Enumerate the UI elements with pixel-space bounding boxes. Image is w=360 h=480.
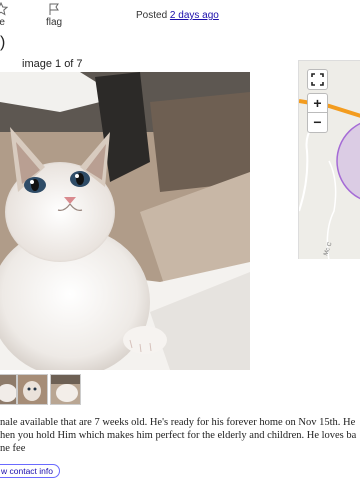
thumbnail[interactable] <box>17 374 48 405</box>
price-fragment: ) <box>0 34 6 51</box>
posting-body: nale available that are 7 weeks old. He'… <box>0 416 360 455</box>
favorite-button[interactable]: le <box>0 2 8 28</box>
main-photo[interactable] <box>0 72 250 370</box>
thumbnail[interactable] <box>0 374 17 405</box>
thumbnail[interactable] <box>50 374 81 405</box>
posted-prefix: Posted <box>136 10 168 21</box>
thumbnail-image <box>18 375 47 404</box>
flag-label: flag <box>46 17 63 28</box>
posting-body-line: nale available that are 7 weeks old. He'… <box>0 417 356 428</box>
posting-toolbar: le flag Posted 2 days ago <box>0 0 360 30</box>
favorite-label: le <box>0 17 5 28</box>
zoom-out-button[interactable]: − <box>307 112 328 133</box>
show-contact-info-button[interactable]: w contact info <box>0 464 60 478</box>
kitten-photo <box>0 72 250 370</box>
star-icon <box>0 2 8 16</box>
zoom-in-button[interactable]: + <box>307 93 328 114</box>
fullscreen-icon <box>311 73 324 86</box>
posting-body-line: hen you hold Him which makes him perfect… <box>0 430 357 441</box>
posted-time-link[interactable]: 2 days ago <box>170 10 219 21</box>
thumbnail-image <box>0 375 16 404</box>
thumbnail-image <box>51 375 80 404</box>
posted-date: Posted 2 days ago <box>136 10 219 21</box>
fullscreen-button[interactable] <box>307 69 328 90</box>
flag-button[interactable]: flag <box>46 2 62 28</box>
map-tiles: Mc C <box>299 61 360 259</box>
image-counter: image 1 of 7 <box>22 58 83 70</box>
flag-icon <box>49 3 59 15</box>
posting-body-line: ne fee <box>0 443 26 454</box>
location-map[interactable]: Mc C + − <box>298 60 360 259</box>
